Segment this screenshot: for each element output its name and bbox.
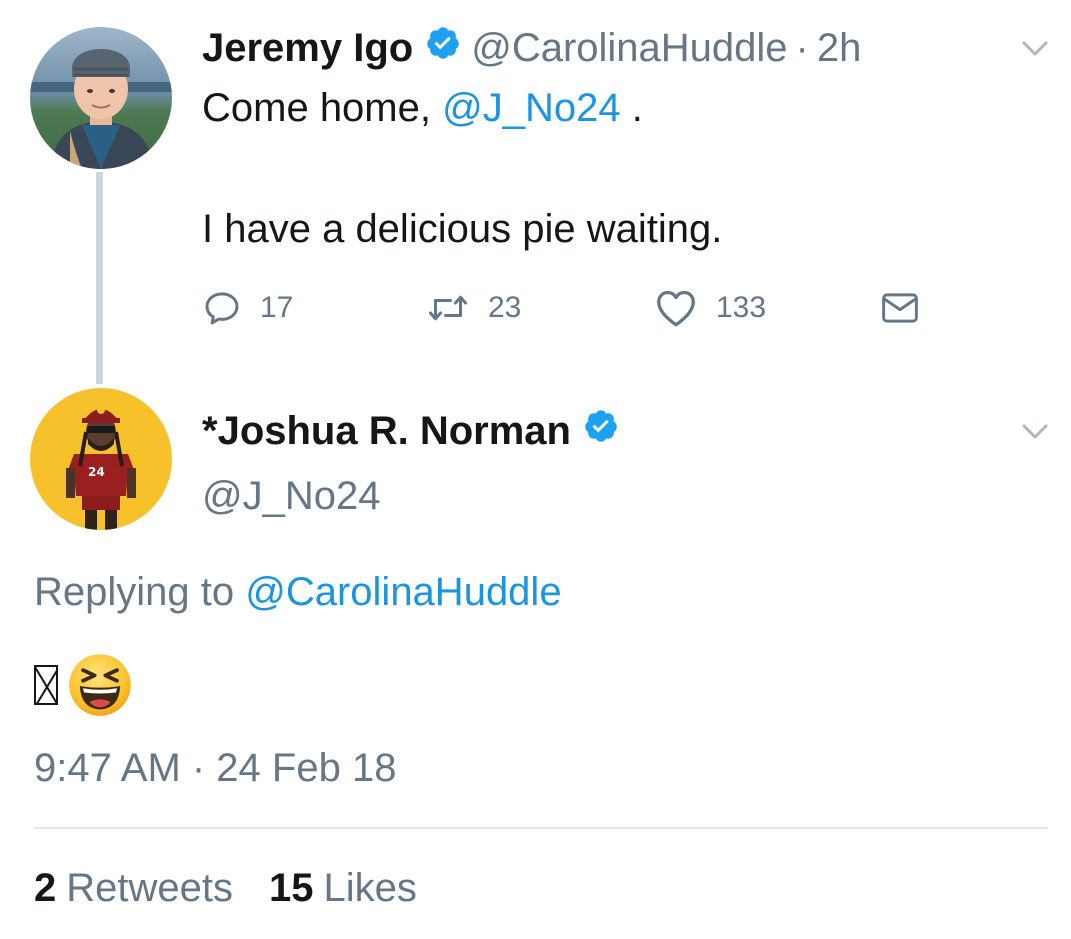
engagement-stats: 2 Retweets 15 Likes [34, 862, 453, 914]
laughing-squint-emoji [69, 654, 131, 716]
tweet-timestamp[interactable]: 9:47 AM · 24 Feb 18 [34, 742, 396, 794]
reply-text [34, 650, 134, 720]
reply-icon [205, 292, 239, 325]
divider [34, 827, 1048, 829]
display-name[interactable]: *Joshua R. Norman [202, 405, 571, 457]
verified-badge-icon [425, 22, 461, 74]
like-button[interactable]: 133 [654, 283, 766, 333]
reply-count: 17 [260, 291, 294, 324]
retweet-icon [429, 295, 467, 321]
replying-to-handle-link[interactable]: @CarolinaHuddle [245, 570, 561, 614]
avatar-photo-jeremy [30, 27, 172, 169]
handle[interactable]: @J_No24 [202, 470, 380, 522]
chevron-down-icon[interactable] [1021, 40, 1049, 58]
svg-text:24: 24 [88, 465, 105, 479]
tweet-time[interactable]: 2h [817, 22, 862, 74]
tweet-text-line-2: I have a delicious pie waiting. [202, 207, 723, 251]
avatar-bitmoji-joshua: 24 [30, 388, 172, 530]
tweet-header: Jeremy Igo @CarolinaHuddle · 2h [202, 22, 861, 74]
reply-header: *Joshua R. Norman [202, 405, 629, 457]
retweet-button[interactable]: 23 [426, 283, 521, 333]
retweets-count: 2 [34, 866, 57, 910]
handle[interactable]: @CarolinaHuddle [471, 22, 787, 74]
heart-icon [657, 290, 695, 327]
avatar[interactable]: 24 [30, 388, 172, 530]
replying-to: Replying to @CarolinaHuddle [34, 566, 562, 618]
tweet-actions: 17 23 133 [202, 283, 962, 333]
verified-badge-icon [583, 405, 619, 457]
direct-message-button[interactable] [880, 283, 938, 333]
avatar[interactable] [30, 27, 172, 169]
likes-count: 15 [269, 866, 314, 910]
tweet-text-prefix: Come home, [202, 86, 443, 130]
reply-button[interactable]: 17 [202, 283, 293, 333]
missing-glyph-box [34, 665, 58, 705]
tweet-text-line-1: Come home, @J_No24 . [202, 82, 643, 134]
retweet-count: 23 [488, 291, 522, 324]
replying-to-label: Replying to [34, 570, 246, 614]
envelope-icon [882, 293, 918, 323]
like-count: 133 [716, 291, 767, 324]
header-separator: · [795, 26, 809, 70]
likes-label: Likes [323, 866, 417, 910]
mention-link[interactable]: @J_No24 [442, 86, 620, 130]
thread-connector-line [96, 172, 103, 384]
tweet-text-suffix: . [620, 86, 643, 130]
retweets-stat[interactable]: 2 Retweets [34, 862, 233, 914]
retweets-label: Retweets [66, 866, 233, 910]
likes-stat[interactable]: 15 Likes [269, 862, 417, 914]
chevron-down-icon[interactable] [1021, 423, 1049, 441]
display-name[interactable]: Jeremy Igo [202, 22, 413, 74]
